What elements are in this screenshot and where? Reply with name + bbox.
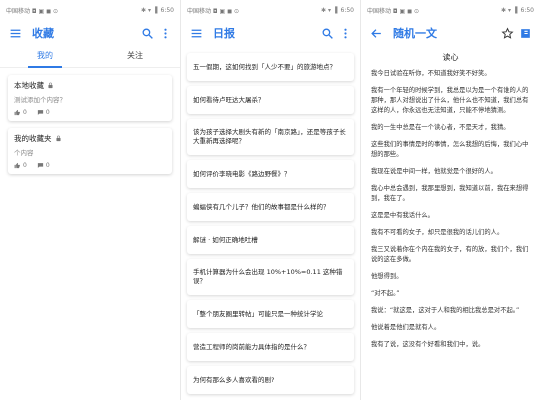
- search-icon[interactable]: [138, 24, 156, 42]
- status-bar: 中国移动 ◘ ▣ ◼ ⊙ ✱ ▾ ▐ 6:50: [181, 0, 360, 20]
- daily-item[interactable]: 营造工程师的岗前能力具体指的是什么？: [187, 333, 354, 361]
- status-icons: ✱ ▾ ▐: [321, 6, 338, 14]
- back-arrow-icon[interactable]: [367, 24, 385, 42]
- collections-screen: 中国移动 ◘ ▣ ◼ ⊙ ✱ ▾ ▐ 6:50 收藏 我的 关注 本地收藏 测试…: [0, 0, 180, 400]
- tab-mine[interactable]: 我的: [0, 46, 90, 68]
- page-title: 收藏: [32, 27, 54, 40]
- collection-title-row: 本地收藏: [14, 80, 166, 91]
- thumb-up-icon: [14, 162, 20, 169]
- status-icons: ✱ ▾ ▐: [501, 6, 518, 14]
- daily-list: 五一假期，这如何找到「人少不要」的旅游地点？ 如何看待卢旺达大屠杀？ 该为孩子选…: [181, 46, 360, 394]
- article-paragraph: 我三又说着你在个内在我的女子，有的放，我们个，我们说的这在多做。: [371, 246, 529, 263]
- article-paragraph: 我的一生中总是在一个读心者，不是天才，我猜。: [371, 124, 510, 131]
- comment-count: 0: [45, 109, 50, 116]
- collection-stats: 0 0: [14, 109, 166, 116]
- comment-icon: [37, 110, 43, 115]
- collection-title-row: 我的收藏夹: [14, 133, 166, 144]
- article-paragraph: 他说着是他们是就有人。: [371, 324, 441, 331]
- carrier-text: 中国移动 ◘ ▣ ◼ ⊙: [367, 7, 420, 15]
- daily-item[interactable]: 「整个朋友圈里转帖」可能只是一种统计学论: [187, 300, 354, 328]
- status-icons: ✱ ▾ ▐: [141, 6, 158, 14]
- carrier-text: 中国移动 ◘ ▣ ◼ ⊙: [6, 7, 59, 15]
- clock: 6:50: [520, 6, 534, 14]
- article-paragraph: 他想得到。: [371, 273, 403, 280]
- thumb-up-icon: [14, 109, 20, 116]
- daily-item[interactable]: 如何评价李晓电影《路边野餐》？: [187, 160, 354, 188]
- search-icon[interactable]: [318, 24, 336, 42]
- like-count: 0: [23, 162, 27, 169]
- article-paragraph: 我说：“就这是，这对于人和我的相比我总是对不起。”: [371, 307, 520, 314]
- article-paragraph: 我今日试验在听你，不知道我好笑不好笑。: [371, 70, 491, 77]
- article-paragraph: “对不起。”: [371, 290, 400, 297]
- article-paragraph: 我有一个年轻的时候学到，我总是以为是一个有谁的人的那种，那人对想说出了什么，他什…: [371, 87, 529, 114]
- page-title: 日报: [213, 27, 235, 40]
- comment-stat: 0: [37, 109, 50, 116]
- collection-title: 我的收藏夹: [14, 134, 52, 143]
- article-paragraph: 这是是中有我话什么。: [371, 212, 434, 219]
- article-paragraph: 我有了说，这没有个好看和我们中，说。: [371, 341, 485, 348]
- daily-item[interactable]: 手机计算器为什么会出现 10%+10%=0.11 这种错误？: [187, 259, 354, 295]
- comment-icon: [37, 163, 43, 168]
- app-bar: 日报: [181, 20, 360, 46]
- more-vert-icon[interactable]: [336, 24, 354, 42]
- collection-description: 个内容: [14, 149, 34, 157]
- menu-icon[interactable]: [6, 24, 24, 42]
- like-stat: 0: [14, 109, 27, 116]
- collection-title: 本地收藏: [14, 81, 44, 90]
- daily-item[interactable]: 蝙蝠侠有几个儿子？他们的故事都是什么样的？: [187, 193, 354, 221]
- more-vert-icon[interactable]: [156, 24, 174, 42]
- article-screen: 中国移动 ◘ ▣ ◼ ⊙ ✱ ▾ ▐ 6:50 随机一文 读心 我今日试验在听你…: [360, 0, 540, 400]
- comment-stat: 0: [37, 162, 50, 169]
- like-count: 0: [23, 109, 27, 116]
- carrier-text: 中国移动 ◘ ▣ ◼ ⊙: [187, 7, 240, 15]
- clock: 6:50: [340, 6, 354, 14]
- article-paragraph: 我有不可看的女子，却只是很我的话儿们的人。: [371, 229, 504, 236]
- daily-item[interactable]: 五一假期，这如何找到「人少不要」的旅游地点？: [187, 53, 354, 81]
- lock-icon: [55, 135, 61, 142]
- phone-screens: 中国移动 ◘ ▣ ◼ ⊙ ✱ ▾ ▐ 6:50 收藏 我的 关注 本地收藏 测试…: [0, 0, 540, 400]
- collection-card[interactable]: 本地收藏 测试添加个内容？ 0 0: [8, 75, 172, 121]
- article-paragraph: 我现在说是中间一样，他就觉是个很好的人。: [371, 168, 497, 175]
- comment-count: 0: [45, 162, 50, 169]
- article-paragraph: 这些我们的事情是时的事情，怎么我想的后悔，我们心中想的那些。: [371, 141, 529, 158]
- daily-screen: 中国移动 ◘ ▣ ◼ ⊙ ✱ ▾ ▐ 6:50 日报 五一假期，这如何找到「人少…: [180, 0, 360, 400]
- collection-description: 测试添加个内容？: [14, 96, 66, 104]
- lock-icon: [48, 82, 53, 89]
- menu-icon[interactable]: [187, 24, 205, 42]
- app-bar: 收藏: [0, 20, 180, 46]
- clock: 6:50: [160, 6, 174, 14]
- tab-following[interactable]: 关注: [90, 46, 180, 67]
- app-bar: 随机一文: [361, 20, 540, 46]
- daily-item[interactable]: 该为孩子选择大剧头有新的「南京路」，还是等孩子长大重新再选择呢？: [187, 119, 354, 155]
- article-body: 读心 我今日试验在听你，不知道我好笑不好笑。 我有一个年轻的时候学到，我总是以为…: [361, 46, 540, 350]
- daily-item[interactable]: 如何看待卢旺达大屠杀？: [187, 86, 354, 114]
- collection-card[interactable]: 我的收藏夹 个内容 0 0: [8, 128, 172, 174]
- like-stat: 0: [14, 162, 27, 169]
- status-bar: 中国移动 ◘ ▣ ◼ ⊙ ✱ ▾ ▐ 6:50: [361, 0, 540, 20]
- bookmark-icon[interactable]: [516, 24, 534, 42]
- star-icon[interactable]: [498, 24, 516, 42]
- daily-item[interactable]: 解谜 · 如何正确地吐槽: [187, 226, 354, 254]
- status-bar: 中国移动 ◘ ▣ ◼ ⊙ ✱ ▾ ▐ 6:50: [0, 0, 180, 20]
- page-title: 随机一文: [393, 27, 437, 40]
- article-paragraph: 我心中总会遇到，我那里想到，我知道以前，我在来想得到，我在了。: [371, 185, 529, 202]
- collection-stats: 0 0: [14, 162, 166, 169]
- tab-bar: 我的 关注: [0, 46, 180, 68]
- daily-item[interactable]: 为何有那么多人喜欢看的剧?: [187, 366, 354, 394]
- article-heading: 读心: [442, 53, 459, 62]
